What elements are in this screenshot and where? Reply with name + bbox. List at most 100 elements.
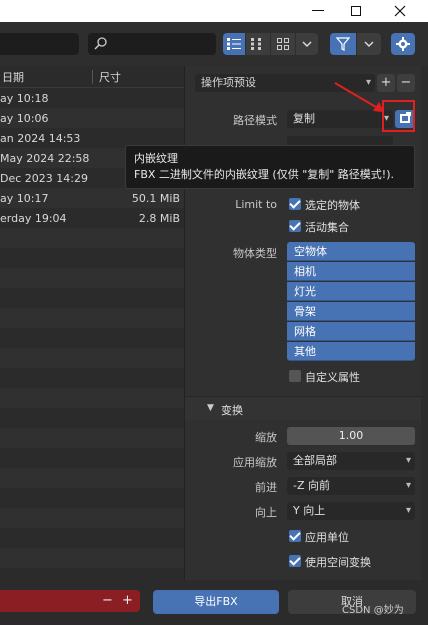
file-row[interactable]: ay 10:06 <box>0 108 184 128</box>
search-icon <box>94 37 107 50</box>
file-row-empty <box>0 328 184 348</box>
export-fbx-button[interactable]: 导出FBX <box>153 590 279 614</box>
file-row-empty <box>0 308 184 328</box>
file-row[interactable]: ay 10:17 50.1 MiB <box>0 188 184 208</box>
file-date: ay 10:18 <box>0 91 49 105</box>
chevron-down-icon <box>302 41 312 47</box>
apply-scale-label: 应用缩放 <box>233 456 277 469</box>
file-row-empty <box>0 528 184 548</box>
file-row[interactable]: erday 19:04 2.8 MiB <box>0 208 184 228</box>
column-size-header[interactable]: 尺寸 <box>93 69 121 85</box>
horizontal-list-icon <box>251 38 261 50</box>
panel-scroll-gutter[interactable] <box>421 66 428 580</box>
file-browser-footer: − + 导出FBX 取消 CSDN @妙为 <box>0 580 428 625</box>
forward-axis-value: -Z 向前 <box>293 479 331 492</box>
file-date: ay 10:06 <box>0 111 49 125</box>
path-mode-value: 复制 <box>293 112 315 125</box>
maximize-button[interactable] <box>338 0 374 22</box>
tooltip-title: 内嵌纹理 <box>134 152 178 165</box>
file-row-empty <box>0 468 184 488</box>
close-window-button[interactable] <box>382 0 418 22</box>
file-row-empty <box>0 248 184 268</box>
minimize-button[interactable] <box>300 0 336 22</box>
file-size: 50.1 MiB <box>131 191 180 205</box>
column-date-header[interactable]: 日期 <box>0 69 92 85</box>
object-type-armature[interactable]: 骨架 <box>287 302 415 321</box>
selected-objects-checkbox[interactable] <box>289 198 301 210</box>
scale-field[interactable]: 1.00 <box>287 427 415 445</box>
file-date: ay 10:17 <box>0 191 49 205</box>
file-list-header: 日期 尺寸 <box>0 66 184 88</box>
object-type-light[interactable]: 灯光 <box>287 282 415 301</box>
file-date: May 2024 22:58 <box>0 151 90 165</box>
tooltip-body: FBX 二进制文件的内嵌纹理 (仅供 "复制" 路径模式!). <box>134 168 395 181</box>
display-options-dropdown[interactable] <box>296 33 318 55</box>
file-row-empty <box>0 448 184 468</box>
use-space-transform-checkbox[interactable] <box>289 555 301 567</box>
directory-path-field[interactable] <box>0 33 79 55</box>
active-collection-label: 活动集合 <box>305 221 349 234</box>
up-axis-label: 向上 <box>255 506 277 519</box>
file-row-empty <box>0 348 184 368</box>
selected-objects-label: 选定的物体 <box>305 199 360 212</box>
object-type-empty[interactable]: 空物体 <box>287 242 415 261</box>
search-input[interactable] <box>88 33 216 55</box>
custom-properties-label: 自定义属性 <box>305 371 360 384</box>
annotation-arrow <box>334 82 384 112</box>
watermark-text: CSDN @妙为 <box>342 605 404 616</box>
object-type-other[interactable]: 其他 <box>287 342 415 361</box>
chevron-down-icon: ▾ <box>405 480 411 491</box>
file-date: an 2024 14:53 <box>0 131 81 145</box>
display-vertical-list-button[interactable] <box>223 33 245 55</box>
apply-scale-dropdown[interactable]: 全部局部 ▾ <box>287 452 415 470</box>
up-axis-value: Y 向上 <box>293 504 326 517</box>
file-row[interactable]: ay 10:18 <box>0 88 184 108</box>
transform-section-title: 变换 <box>221 404 243 417</box>
close-icon <box>394 5 406 17</box>
custom-properties-checkbox[interactable] <box>289 370 301 382</box>
thumbnails-icon <box>277 38 289 50</box>
up-axis-dropdown[interactable]: Y 向上 ▾ <box>287 502 415 520</box>
file-row-empty <box>0 288 184 308</box>
object-type-mesh[interactable]: 网格 <box>287 322 415 341</box>
increment-filename-button[interactable]: + <box>122 593 133 608</box>
vertical-list-icon <box>227 38 241 50</box>
object-type-camera[interactable]: 相机 <box>287 262 415 281</box>
filter-options-dropdown[interactable] <box>357 33 381 55</box>
limit-to-label: Limit to <box>235 198 277 211</box>
file-row-empty <box>0 548 184 568</box>
chevron-down-icon <box>364 41 374 47</box>
forward-axis-dropdown[interactable]: -Z 向前 ▾ <box>287 477 415 495</box>
file-row-empty <box>0 408 184 428</box>
settings-button[interactable] <box>391 33 415 55</box>
file-row-empty <box>0 388 184 408</box>
transform-section-header[interactable]: ▼ 变换 <box>185 396 421 420</box>
apply-unit-checkbox[interactable] <box>289 530 301 542</box>
decrement-filename-button[interactable]: − <box>102 593 113 608</box>
operator-presets-label: 操作项预设 <box>201 76 256 89</box>
display-horizontal-list-button[interactable] <box>246 33 270 55</box>
file-row-empty <box>0 268 184 288</box>
apply-unit-label: 应用单位 <box>305 531 349 544</box>
maximize-icon <box>351 6 361 16</box>
scale-label: 缩放 <box>255 431 277 444</box>
file-browser-toolbar <box>0 22 428 66</box>
file-list: 日期 尺寸 ay 10:18 ay 10:06 an 2024 14:53 Ma… <box>0 66 184 580</box>
file-row-empty <box>0 508 184 528</box>
active-collection-checkbox[interactable] <box>289 220 301 232</box>
export-options-panel: 操作项预设 ▾ + − 路径模式 复制 ▾ Limit to 选定的物体 活动集… <box>184 66 421 580</box>
use-space-transform-label: 使用空间变换 <box>305 556 371 569</box>
chevron-down-icon: ▾ <box>405 505 411 516</box>
path-mode-label: 路径模式 <box>233 114 277 127</box>
filter-toggle-button[interactable] <box>330 33 356 55</box>
file-row-empty <box>0 428 184 448</box>
object-types-label: 物体类型 <box>233 247 277 260</box>
forward-axis-label: 前进 <box>255 481 277 494</box>
filename-field[interactable]: − + <box>0 590 140 612</box>
remove-preset-button[interactable]: − <box>397 74 415 92</box>
file-row-empty <box>0 488 184 508</box>
display-thumbnails-button[interactable] <box>271 33 295 55</box>
window-titlebar <box>0 0 428 22</box>
embed-textures-tooltip: 内嵌纹理 FBX 二进制文件的内嵌纹理 (仅供 "复制" 路径模式!). <box>125 145 415 189</box>
chevron-down-icon: ▾ <box>405 455 411 466</box>
